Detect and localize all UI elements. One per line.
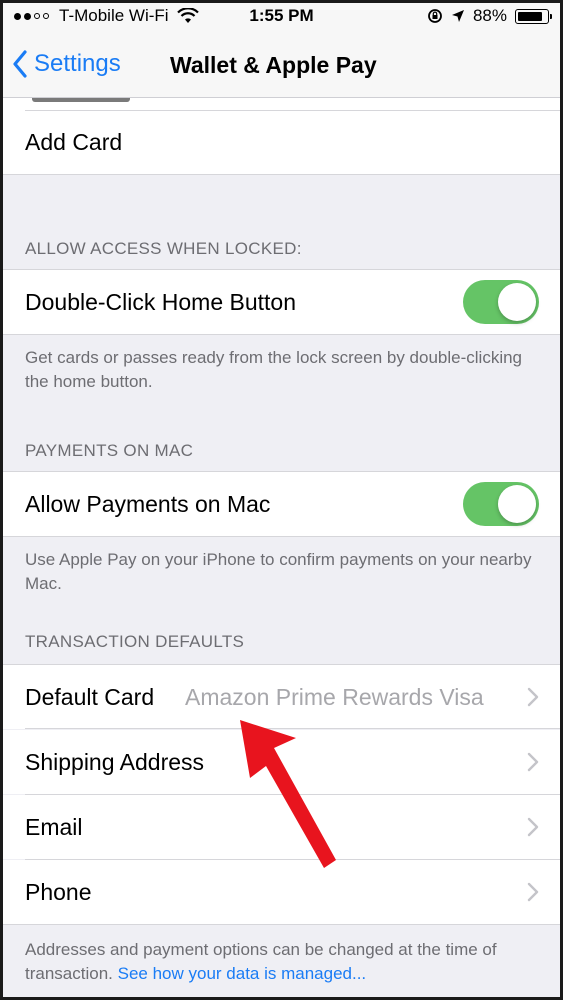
phone-label: Phone: [25, 879, 92, 905]
section-header-locked: ALLOW ACCESS WHEN LOCKED:: [25, 239, 302, 258]
section-header-mac: PAYMENTS ON MAC: [25, 441, 194, 460]
locked-footer: Get cards or passes ready from the lock …: [25, 348, 523, 391]
shipping-address-row[interactable]: Shipping Address: [0, 730, 563, 795]
lock-rotation-icon: [428, 9, 442, 23]
back-chevron-icon: [13, 50, 27, 78]
location-arrow-icon: [451, 10, 464, 22]
page-title: Wallet & Apple Pay: [170, 52, 377, 78]
allow-payments-mac-toggle[interactable]: [463, 482, 539, 526]
allow-payments-mac-row: Allow Payments on Mac: [0, 472, 563, 536]
back-label: Settings: [34, 50, 121, 77]
default-card-value: Amazon Prime Rewards Visa: [185, 684, 484, 710]
chevron-right-icon: [527, 752, 539, 772]
transaction-footer: Addresses and payment options can be cha…: [25, 938, 533, 986]
chevron-right-icon: [527, 687, 539, 707]
card-image-remnant: [0, 98, 563, 110]
status-right: 88%: [427, 6, 552, 26]
mac-footer: Use Apple Pay on your iPhone to confirm …: [25, 550, 532, 593]
chevron-right-icon: [527, 882, 539, 902]
shipping-address-label: Shipping Address: [25, 749, 205, 775]
chevron-right-icon: [527, 817, 539, 837]
phone-row[interactable]: Phone: [0, 860, 563, 924]
default-card-row[interactable]: Default Card Amazon Prime Rewards Visa: [0, 665, 563, 729]
allow-payments-mac-label: Allow Payments on Mac: [25, 491, 271, 517]
back-button[interactable]: Settings: [12, 50, 121, 78]
data-managed-link[interactable]: See how your data is managed...: [118, 964, 367, 983]
email-label: Email: [25, 814, 83, 840]
email-row[interactable]: Email: [0, 795, 563, 860]
double-click-home-toggle[interactable]: [463, 280, 539, 324]
double-click-home-row: Double-Click Home Button: [0, 270, 563, 334]
section-header-transaction: TRANSACTION DEFAULTS: [25, 632, 245, 651]
battery-percent: 88%: [472, 6, 507, 25]
double-click-home-label: Double-Click Home Button: [25, 289, 297, 315]
navigation-bar: Settings Wallet & Apple Pay: [0, 36, 563, 98]
status-bar: T-Mobile Wi-Fi 1:55 PM 88%: [0, 0, 563, 36]
add-card-link[interactable]: Add Card: [25, 129, 122, 156]
default-card-label: Default Card: [25, 684, 155, 710]
battery-icon: [515, 8, 552, 24]
add-card-row[interactable]: Add Card: [0, 110, 563, 174]
